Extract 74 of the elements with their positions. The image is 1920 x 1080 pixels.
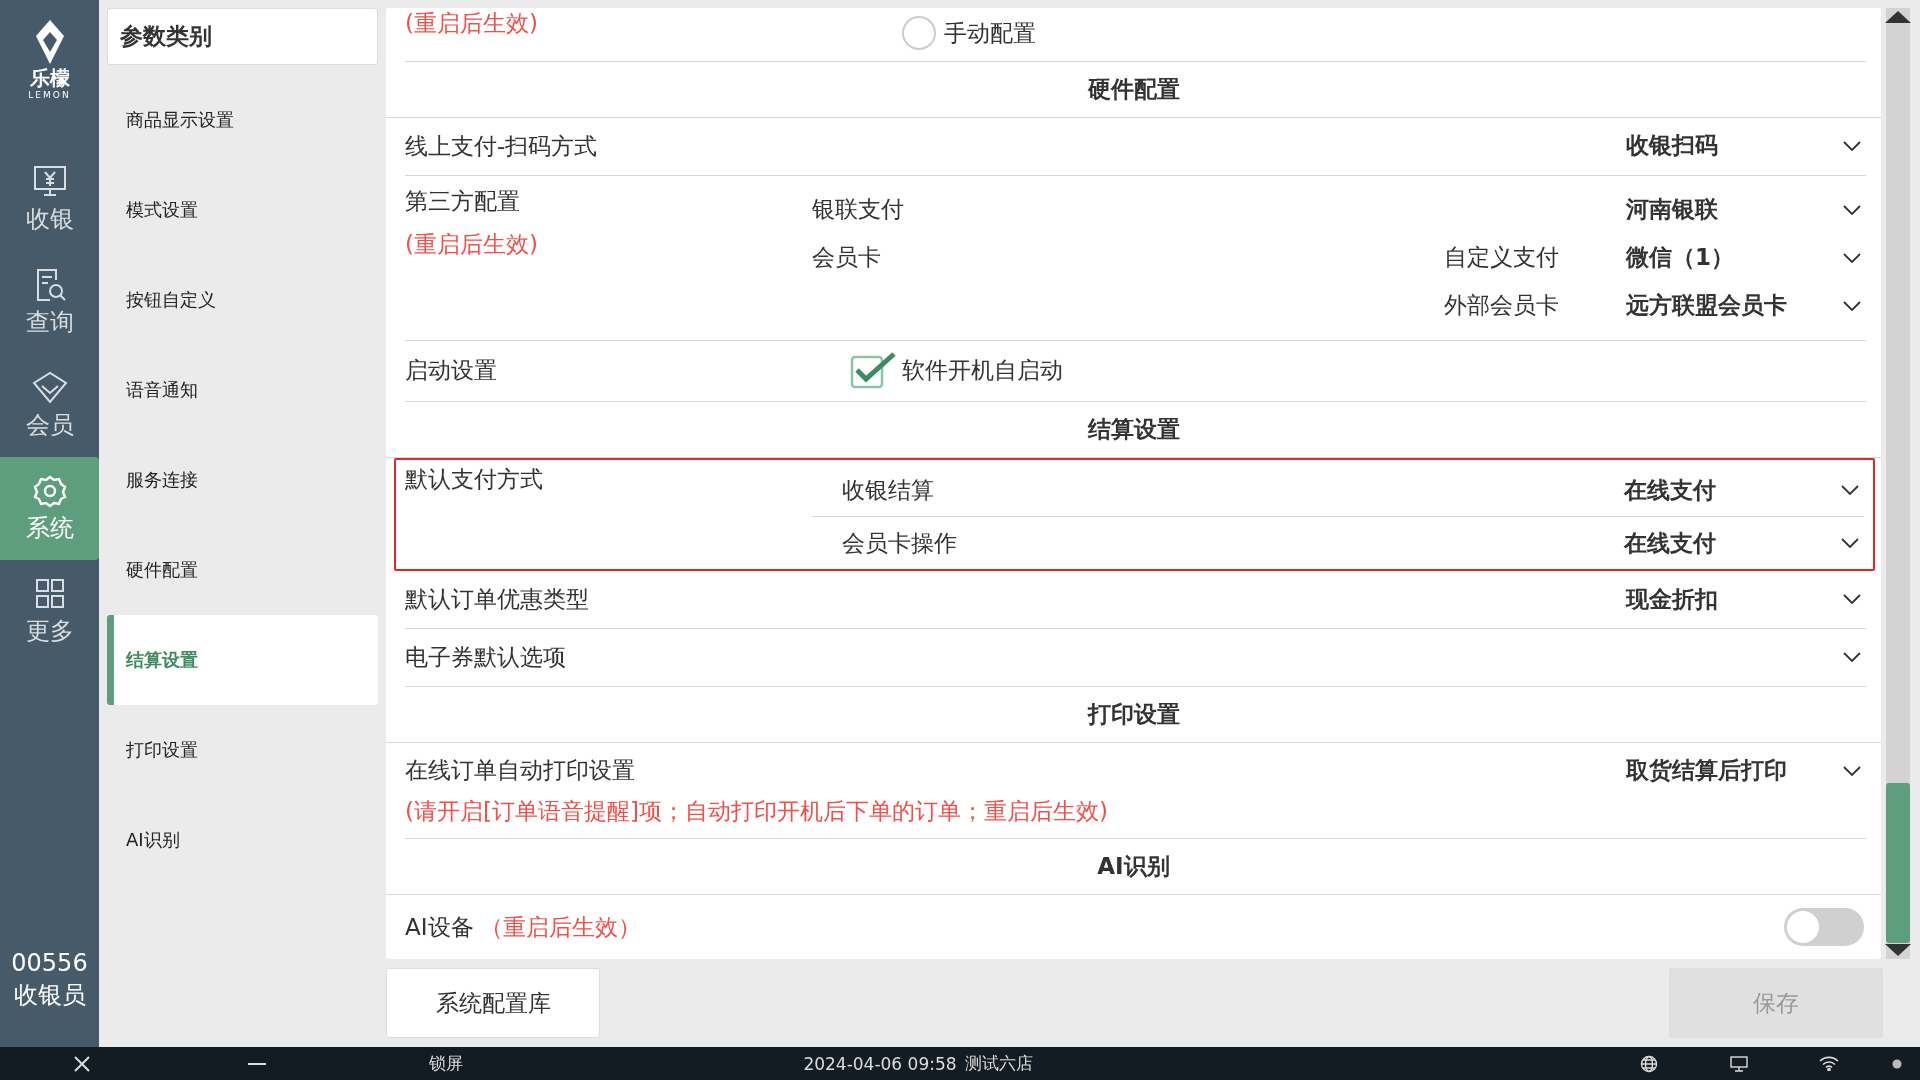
chevron-down-icon bbox=[1842, 593, 1862, 606]
nav-item[interactable]: 查询 bbox=[0, 251, 99, 354]
dropdown[interactable]: 在线支付 bbox=[1624, 523, 1864, 564]
option-label: 会员卡 bbox=[812, 244, 881, 271]
nav-item[interactable]: 会员 bbox=[0, 354, 99, 457]
store-name: 测试六店 bbox=[964, 1052, 1033, 1075]
category-item[interactable]: 模式设置 bbox=[107, 165, 378, 255]
chevron-down-icon bbox=[1840, 537, 1860, 550]
option-label: 自定义支付 bbox=[1444, 244, 1559, 271]
scrollbar-drawing[interactable] bbox=[1884, 8, 1912, 959]
dropdown[interactable]: 现金折扣 bbox=[1626, 579, 1866, 620]
option-label: 银联支付 bbox=[812, 196, 904, 223]
hint-note: (请开启[订单语音提醒]项；自动打印开机后下单的订单；重启后生效) bbox=[405, 796, 1108, 826]
chevron-down-icon bbox=[1842, 299, 1862, 312]
nav-item[interactable]: 收银 bbox=[0, 148, 99, 251]
user-id: 00556 bbox=[11, 948, 88, 979]
close-icon[interactable] bbox=[73, 1054, 91, 1073]
category-item[interactable]: 语音通知 bbox=[107, 345, 378, 435]
dropdown[interactable]: 收银扫码 bbox=[1626, 125, 1866, 166]
globe-icon[interactable] bbox=[1640, 1054, 1658, 1073]
chevron-down-icon bbox=[1842, 764, 1862, 777]
user-role: 收银员 bbox=[13, 980, 86, 1011]
restart-note: （重启后生效） bbox=[479, 912, 641, 942]
setting-label: 默认订单优惠类型 bbox=[405, 585, 589, 615]
datetime-text: 2024-04-06 09:58 bbox=[803, 1053, 957, 1074]
setting-label: 线上支付-扫码方式 bbox=[405, 131, 598, 161]
category-item[interactable]: AI识别 bbox=[107, 795, 378, 885]
dropdown[interactable]: 微信（1） bbox=[1626, 237, 1866, 278]
option-label: 外部会员卡 bbox=[1444, 292, 1559, 319]
monitor-icon[interactable] bbox=[1730, 1055, 1748, 1072]
radio-option[interactable]: 手动配置 bbox=[902, 16, 1036, 50]
dropdown[interactable]: 取货结算后打印 bbox=[1626, 750, 1866, 791]
category-item[interactable]: 打印设置 bbox=[107, 705, 378, 795]
lock-screen-link[interactable]: 锁屏 bbox=[429, 1052, 463, 1075]
restart-note: (重启后生效) bbox=[405, 229, 538, 259]
dropdown[interactable]: 在线支付 bbox=[1624, 470, 1864, 511]
chevron-down-icon bbox=[1842, 651, 1862, 664]
section-title: 打印设置 bbox=[386, 687, 1881, 743]
setting-label: 电子券默认选项 bbox=[405, 643, 566, 673]
setting-label: 第三方配置 bbox=[405, 186, 520, 216]
setting-label: 默认支付方式 bbox=[405, 465, 543, 495]
section-title: AI识别 bbox=[386, 839, 1881, 896]
settings-icon bbox=[31, 473, 68, 508]
setting-label: 启动设置 bbox=[405, 357, 497, 384]
diamond-icon bbox=[31, 370, 68, 405]
status-dot-icon bbox=[1892, 1058, 1902, 1069]
chevron-down-icon bbox=[1842, 251, 1862, 264]
category-item[interactable]: 按钮自定义 bbox=[107, 255, 378, 345]
monitor-yen-icon bbox=[31, 164, 68, 199]
minimize-icon[interactable] bbox=[248, 1061, 266, 1066]
setting-label: 在线订单自动打印设置 bbox=[405, 755, 635, 785]
option-label: 会员卡操作 bbox=[842, 529, 957, 556]
chevron-down-icon bbox=[1840, 484, 1860, 497]
category-item[interactable]: 商品显示设置 bbox=[107, 75, 378, 165]
wifi-icon[interactable] bbox=[1819, 1056, 1839, 1071]
chevron-down-icon bbox=[1842, 203, 1862, 216]
nav-item[interactable]: 更多 bbox=[0, 560, 99, 663]
logo-subtext: LEMON bbox=[28, 90, 71, 100]
toggle-switch[interactable] bbox=[1784, 908, 1864, 947]
config-library-button[interactable]: 系统配置库 bbox=[386, 968, 600, 1038]
option-label: 收银结算 bbox=[842, 476, 934, 503]
category-item[interactable]: 结算设置 bbox=[107, 615, 378, 705]
logo-text: 乐檬 bbox=[29, 66, 70, 90]
section-title: 硬件配置 bbox=[386, 61, 1881, 118]
category-title: 参数类别 bbox=[107, 8, 378, 65]
category-item[interactable]: 硬件配置 bbox=[107, 525, 378, 615]
chevron-down-icon bbox=[1842, 139, 1862, 152]
dropdown[interactable]: 远方联盟会员卡 bbox=[1626, 285, 1866, 326]
restart-note: (重启后生效) bbox=[405, 10, 538, 36]
category-item[interactable]: 服务连接 bbox=[107, 435, 378, 525]
setting-label: AI设备 bbox=[405, 912, 474, 942]
checkbox-option[interactable]: 软件开机自启动 bbox=[850, 351, 1063, 390]
section-title: 结算设置 bbox=[386, 402, 1881, 459]
dropdown[interactable]: 河南银联 bbox=[1626, 189, 1866, 230]
